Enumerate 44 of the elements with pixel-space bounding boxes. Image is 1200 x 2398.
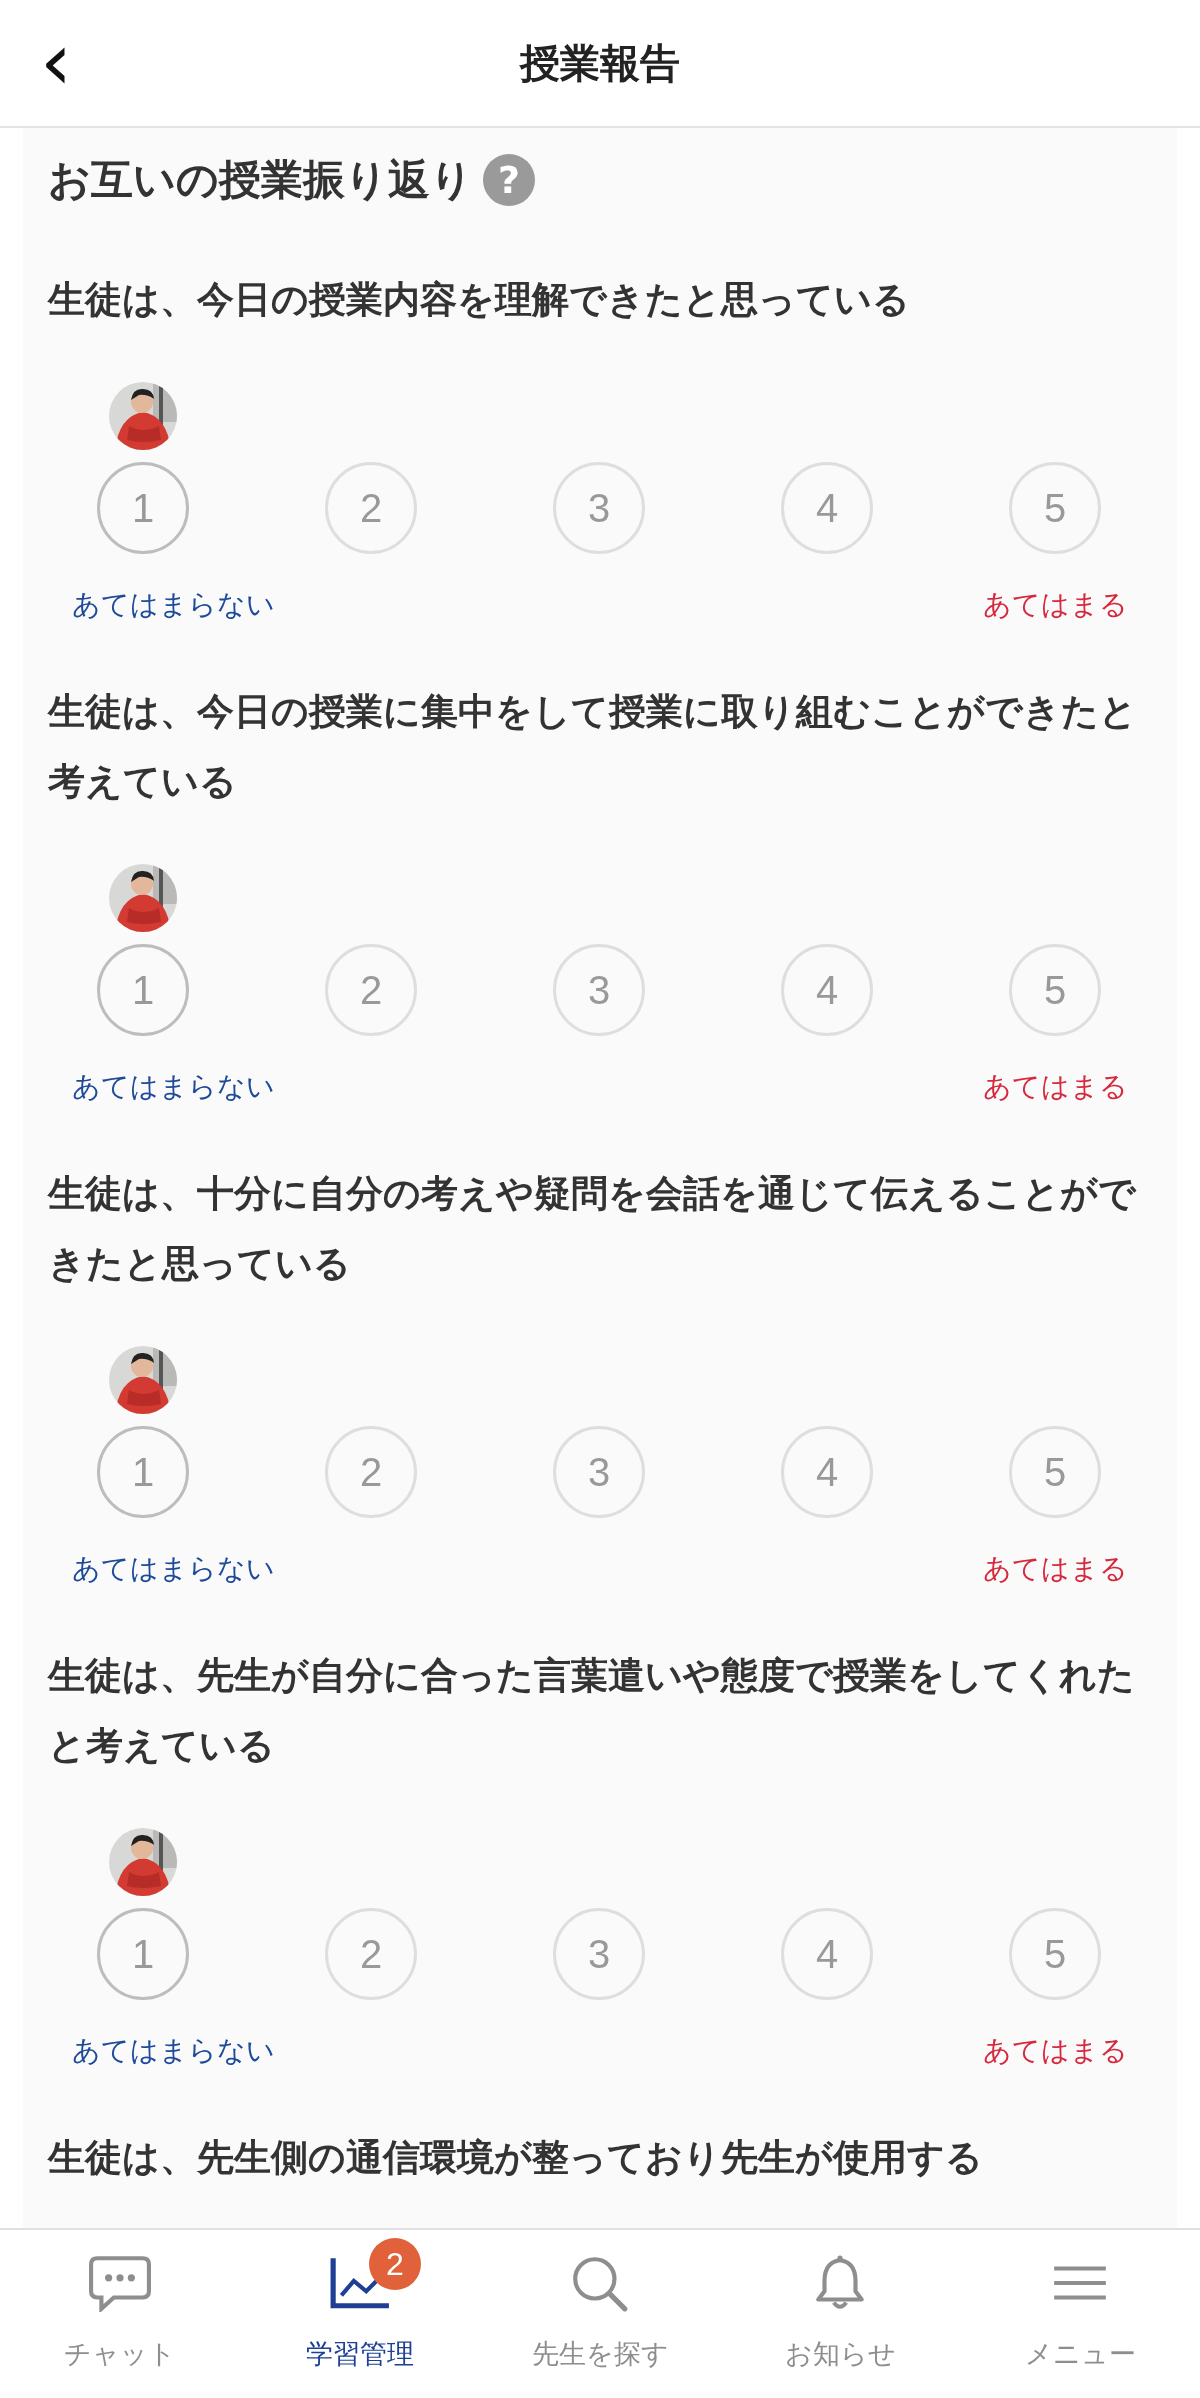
chat-icon [89, 2254, 151, 2312]
scale-low-label: あてはまらない [72, 1551, 275, 1587]
rating-option[interactable]: 1 [97, 462, 189, 554]
rating-option[interactable]: 5 [1009, 462, 1101, 554]
tab-bar-item[interactable]: 先生を探す [480, 2230, 720, 2398]
help-icon[interactable]: ? [483, 154, 535, 206]
question-text: 生徒は、先生側の通信環境が整っており先生が使用する [48, 2135, 984, 2181]
section-title: お互いの授業振り返り [48, 154, 473, 206]
rating-option[interactable]: 5 [1009, 944, 1101, 1036]
page-title: 授業報告 [520, 38, 680, 88]
rating-option[interactable]: 1 [97, 1426, 189, 1518]
rating-option[interactable]: 2 [325, 1426, 417, 1518]
scale-low-label: あてはまらない [72, 587, 275, 623]
rating-option[interactable]: 3 [553, 944, 645, 1036]
back-button[interactable]: ‹ [40, 22, 72, 102]
question-text: 生徒は、今日の授業に集中をして授業に取り組むことができたと考えている [48, 689, 1138, 805]
scale-low-label: あてはまらない [72, 2033, 275, 2069]
rating-option[interactable]: 2 [325, 944, 417, 1036]
scale-high-label: あてはまる [983, 587, 1128, 623]
rating-option[interactable]: 4 [781, 1426, 873, 1518]
scale-high-label: あてはまる [983, 1069, 1128, 1105]
rating-option[interactable]: 3 [553, 1908, 645, 2000]
scale-high-label: あてはまる [983, 2033, 1128, 2069]
rating-option[interactable]: 5 [1009, 1908, 1101, 2000]
tab-bar-item[interactable]: チャット [0, 2230, 240, 2398]
rating-option[interactable]: 4 [781, 1908, 873, 2000]
rating-option[interactable]: 4 [781, 462, 873, 554]
notification-badge: 2 [369, 2238, 421, 2290]
tab-bar-item[interactable]: お知らせ [720, 2230, 960, 2398]
rating-option[interactable]: 3 [553, 462, 645, 554]
rating-option[interactable]: 2 [325, 1908, 417, 2000]
scale-high-label: あてはまる [983, 1551, 1128, 1587]
rating-option[interactable]: 2 [325, 462, 417, 554]
tab-bar-item[interactable]: メニュー [960, 2230, 1200, 2398]
rating-option[interactable]: 5 [1009, 1426, 1101, 1518]
rating-option[interactable]: 1 [97, 944, 189, 1036]
question-text: 生徒は、先生が自分に合った言葉遣いや態度で授業をしてくれたと考えている [48, 1653, 1136, 1769]
rating-option[interactable]: 3 [553, 1426, 645, 1518]
question-text: 生徒は、十分に自分の考えや疑問を会話を通じて伝えることができたと思っている [48, 1171, 1138, 1287]
question-text: 生徒は、今日の授業内容を理解できたと思っている [48, 277, 911, 323]
rating-option[interactable]: 1 [97, 1908, 189, 2000]
tab-bar-item[interactable]: 2 学習管理 [240, 2230, 480, 2398]
scale-low-label: あてはまらない [72, 1069, 275, 1105]
rating-option[interactable]: 4 [781, 944, 873, 1036]
